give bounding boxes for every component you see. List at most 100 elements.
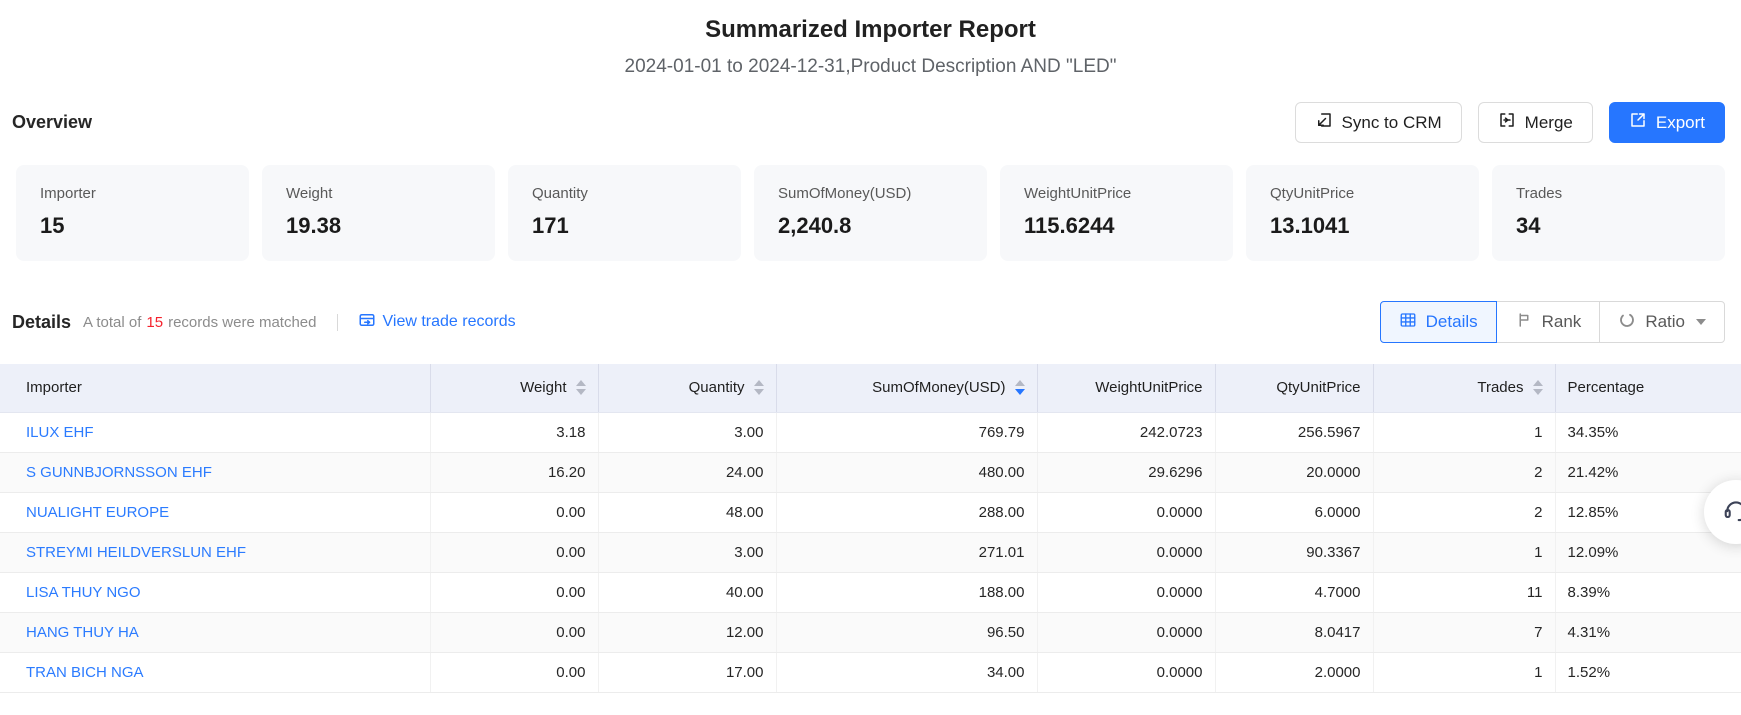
cell-sumofmoney: 96.50: [776, 612, 1037, 652]
divider: [337, 314, 338, 331]
matched-summary: A total of15records were matched: [83, 314, 316, 331]
cell-weightunitprice: 0.0000: [1037, 492, 1215, 532]
cell-sumofmoney: 288.00: [776, 492, 1037, 532]
cell-weight: 16.20: [430, 452, 598, 492]
cell-weight: 0.00: [430, 652, 598, 692]
table-row: STREYMI HEILDVERSLUN EHF 0.00 3.00 271.0…: [0, 532, 1741, 572]
cell-quantity: 3.00: [598, 532, 776, 572]
stat-value: 34: [1516, 213, 1725, 239]
importer-link[interactable]: TRAN BICH NGA: [26, 664, 144, 681]
stat-card-qtyunitprice: QtyUnitPrice 13.1041: [1246, 165, 1479, 261]
cell-quantity: 40.00: [598, 572, 776, 612]
cell-qtyunitprice: 2.0000: [1215, 652, 1373, 692]
stat-card-trades: Trades 34: [1492, 165, 1725, 261]
view-trade-records-label: View trade records: [383, 313, 516, 331]
report-header: Summarized Importer Report 2024-01-01 to…: [0, 0, 1741, 78]
column-header-percentage: Percentage: [1568, 379, 1645, 396]
stat-value: 15: [40, 213, 249, 239]
trade-records-icon: [358, 311, 376, 334]
cell-qtyunitprice: 256.5967: [1215, 412, 1373, 452]
cell-qtyunitprice: 20.0000: [1215, 452, 1373, 492]
cell-weightunitprice: 0.0000: [1037, 532, 1215, 572]
matched-count: 15: [146, 314, 163, 331]
overview-label: Overview: [12, 112, 92, 133]
tab-ratio-label: Ratio: [1645, 312, 1685, 332]
stat-value: 13.1041: [1270, 213, 1479, 239]
details-label: Details: [12, 312, 71, 333]
table-row: ILUX EHF 3.18 3.00 769.79 242.0723 256.5…: [0, 412, 1741, 452]
column-header-trades[interactable]: Trades: [1374, 379, 1555, 396]
stat-value: 115.6244: [1024, 213, 1233, 239]
stat-card-weight: Weight 19.38: [262, 165, 495, 261]
cell-sumofmoney: 34.00: [776, 652, 1037, 692]
stat-value: 171: [532, 213, 741, 239]
column-header-quantity[interactable]: Quantity: [599, 379, 776, 396]
overview-buttons: Sync to CRM Merge Export: [1295, 102, 1725, 143]
table-row: S GUNNBJORNSSON EHF 16.20 24.00 480.00 2…: [0, 452, 1741, 492]
cell-trades: 11: [1373, 572, 1555, 612]
stat-label: Quantity: [532, 185, 741, 202]
stat-card-weightunitprice: WeightUnitPrice 115.6244: [1000, 165, 1233, 261]
details-header-row: Details A total of15records were matched…: [0, 301, 1741, 343]
column-header-weight[interactable]: Weight: [431, 379, 598, 396]
cell-weightunitprice: 242.0723: [1037, 412, 1215, 452]
cell-percentage: 1.52%: [1555, 652, 1741, 692]
importer-link[interactable]: NUALIGHT EUROPE: [26, 504, 169, 521]
sync-to-crm-label: Sync to CRM: [1342, 113, 1442, 133]
sort-carets-icon[interactable]: [1533, 380, 1543, 395]
cell-trades: 2: [1373, 452, 1555, 492]
cell-sumofmoney: 271.01: [776, 532, 1037, 572]
column-header-weightunitprice: WeightUnitPrice: [1095, 379, 1202, 396]
cell-sumofmoney: 188.00: [776, 572, 1037, 612]
cell-sumofmoney: 769.79: [776, 412, 1037, 452]
importer-link[interactable]: HANG THUY HA: [26, 624, 139, 641]
cell-percentage: 21.42%: [1555, 452, 1741, 492]
stat-label: Importer: [40, 185, 249, 202]
stat-label: WeightUnitPrice: [1024, 185, 1233, 202]
cell-qtyunitprice: 8.0417: [1215, 612, 1373, 652]
cell-quantity: 12.00: [598, 612, 776, 652]
cell-quantity: 48.00: [598, 492, 776, 532]
importer-link[interactable]: LISA THUY NGO: [26, 584, 141, 601]
merge-label: Merge: [1525, 113, 1573, 133]
importer-link[interactable]: STREYMI HEILDVERSLUN EHF: [26, 544, 246, 561]
details-left: Details A total of15records were matched…: [12, 311, 516, 334]
cell-percentage: 34.35%: [1555, 412, 1741, 452]
chevron-down-icon: [1696, 319, 1706, 325]
cell-trades: 1: [1373, 412, 1555, 452]
column-header-sumofmoney[interactable]: SumOfMoney(USD): [777, 379, 1037, 396]
importer-link[interactable]: S GUNNBJORNSSON EHF: [26, 464, 212, 481]
tab-details[interactable]: Details: [1380, 301, 1497, 343]
stat-label: SumOfMoney(USD): [778, 185, 987, 202]
tab-rank[interactable]: Rank: [1496, 301, 1601, 343]
merge-icon: [1498, 111, 1516, 134]
page-subtitle: 2024-01-01 to 2024-12-31,Product Descrip…: [0, 56, 1741, 78]
sync-to-crm-button[interactable]: Sync to CRM: [1295, 102, 1462, 143]
cell-trades: 1: [1373, 532, 1555, 572]
merge-button[interactable]: Merge: [1478, 102, 1593, 143]
sort-carets-icon[interactable]: [576, 380, 586, 395]
table-row: NUALIGHT EUROPE 0.00 48.00 288.00 0.0000…: [0, 492, 1741, 532]
column-header-importer: Importer: [26, 379, 82, 396]
export-button[interactable]: Export: [1609, 102, 1725, 143]
stat-label: Trades: [1516, 185, 1725, 202]
importer-link[interactable]: ILUX EHF: [26, 424, 94, 441]
cell-qtyunitprice: 6.0000: [1215, 492, 1373, 532]
sort-carets-icon[interactable]: [1015, 380, 1025, 395]
cell-weightunitprice: 0.0000: [1037, 612, 1215, 652]
cell-trades: 1: [1373, 652, 1555, 692]
stat-label: QtyUnitPrice: [1270, 185, 1479, 202]
page-title: Summarized Importer Report: [0, 16, 1741, 44]
cell-weightunitprice: 0.0000: [1037, 652, 1215, 692]
sort-carets-icon[interactable]: [754, 380, 764, 395]
view-trade-records-link[interactable]: View trade records: [358, 311, 516, 334]
stat-card-quantity: Quantity 171: [508, 165, 741, 261]
cell-trades: 2: [1373, 492, 1555, 532]
cell-percentage: 8.39%: [1555, 572, 1741, 612]
stat-value: 2,240.8: [778, 213, 987, 239]
tab-ratio[interactable]: Ratio: [1599, 301, 1725, 343]
stat-card-sumofmoney: SumOfMoney(USD) 2,240.8: [754, 165, 987, 261]
export-label: Export: [1656, 113, 1705, 133]
stat-value: 19.38: [286, 213, 495, 239]
cell-percentage: 12.09%: [1555, 532, 1741, 572]
